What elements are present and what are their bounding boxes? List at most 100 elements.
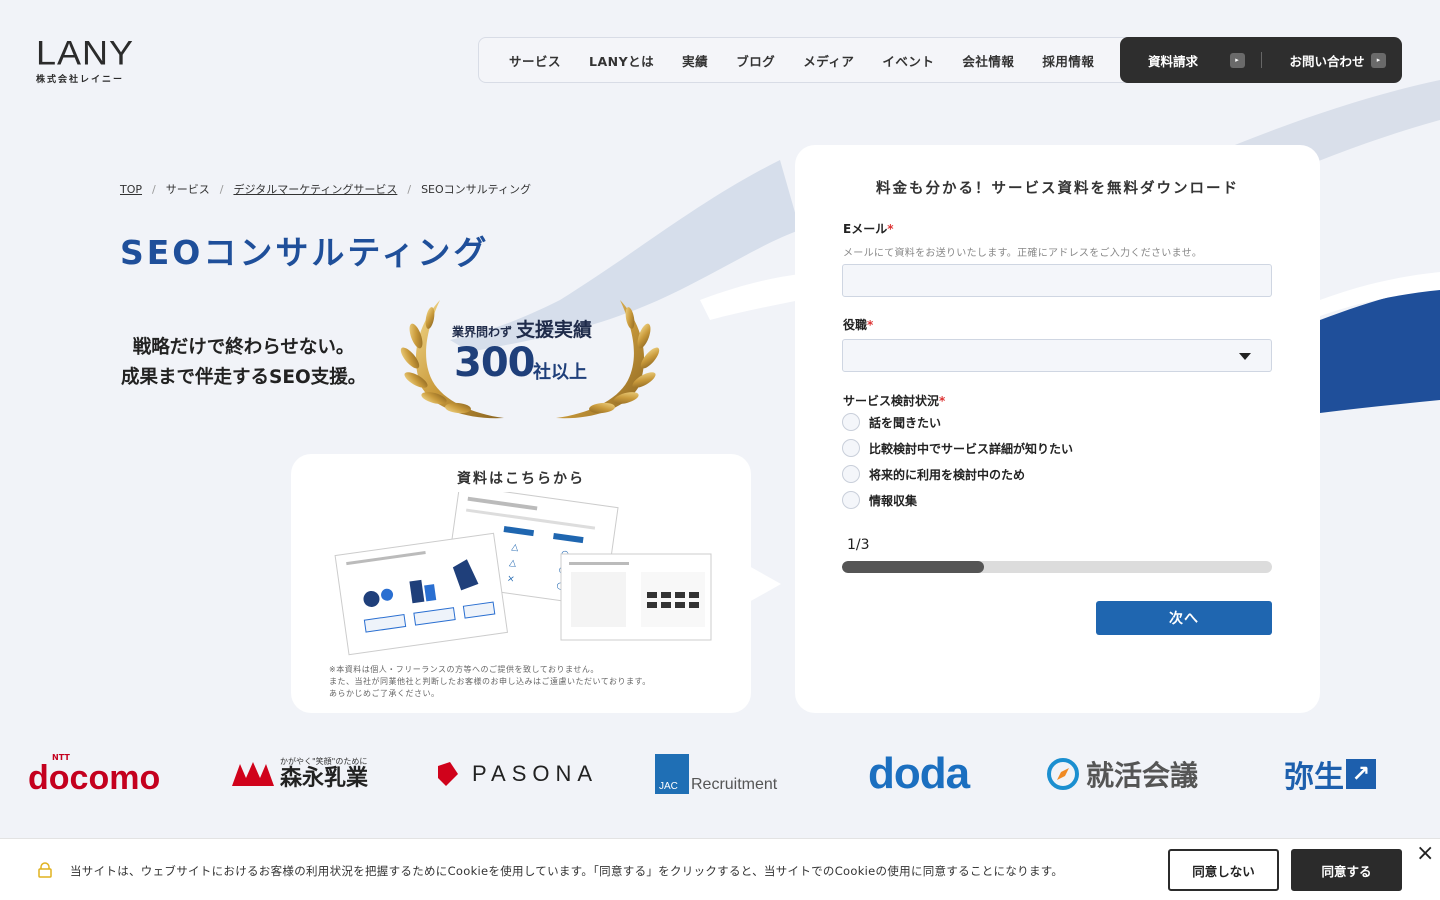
request-document-button[interactable]: 資料請求 ▸ (1120, 37, 1261, 83)
status-option-2[interactable]: 比較検討中でサービス詳細が知りたい (842, 439, 1073, 457)
yayoi-wordmark: 弥生 (1284, 760, 1344, 795)
client-logos: NTT docomo かがやく"笑顔"のために 森永乳業 PASONA JAC … (0, 744, 1440, 804)
email-label-text: Eメール (843, 222, 888, 236)
role-label-text: 役職 (843, 318, 868, 332)
nav-item-results[interactable]: 実績 (682, 51, 708, 70)
award-prefix: 業界問わず (452, 325, 513, 339)
cookie-banner: 当サイトは、ウェブサイトにおけるお客様の利用状況を把握するためにCookieを使… (0, 838, 1440, 900)
morinaga-wordmark: 森永乳業 (280, 766, 369, 791)
jac-mark-icon: JAC (655, 754, 689, 794)
nav-item-event[interactable]: イベント (882, 51, 934, 70)
option-label: 将来的に利用を検討中のため (869, 467, 1026, 482)
lock-icon (38, 862, 52, 878)
form-title: 料金も分かる！サービス資料を無料ダウンロード (876, 181, 1239, 197)
pasona-wordmark: PASONA (472, 761, 599, 786)
doda-wordmark: doda (868, 749, 970, 798)
option-label: 情報収集 (869, 493, 918, 508)
disclaimer-line-1: ※本資料は個人・フリーランスの方等へのご提供を致しておりません。 (329, 665, 599, 674)
page-title: SEOコンサルティング (120, 233, 490, 272)
email-help-text: メールにて資料をお送りいたします。正確にアドレスをご入力くださいませ。 (843, 248, 1203, 259)
status-option-1[interactable]: 話を聞きたい (842, 413, 941, 431)
email-field[interactable] (842, 264, 1272, 297)
cookie-decline-button[interactable]: 同意しない (1168, 849, 1279, 891)
nav-item-blog[interactable]: ブログ (736, 51, 775, 70)
status-option-3[interactable]: 将来的に利用を検討中のため (842, 465, 1025, 483)
status-option-4[interactable]: 情報収集 (842, 491, 917, 509)
compass-icon (1047, 758, 1079, 790)
award-label: 支援実績 (516, 319, 593, 341)
docomo-wordmark: docomo (28, 759, 161, 797)
logo-docomo: NTT docomo (28, 744, 160, 804)
breadcrumb-digital-marketing[interactable]: デジタルマーケティングサービス (233, 181, 397, 197)
required-mark: * (867, 318, 874, 332)
nav-item-recruit[interactable]: 採用情報 (1042, 51, 1094, 70)
site-logo[interactable]: LANY 株式会社レイニー (36, 33, 135, 85)
disclaimer-line-2: また、当社が同業他社と判断したお客様のお申し込みはご遠慮いただいております。 (329, 677, 651, 686)
option-label: 比較検討中でサービス詳細が知りたい (869, 441, 1074, 456)
breadcrumb-service: サービス (165, 183, 210, 196)
logo-shukatsu-kaigi: 就活会議 (1046, 744, 1198, 804)
logo-jac-recruitment: JAC Recruitment (655, 744, 777, 804)
jac-wordmark: Recruitment (691, 776, 778, 793)
cookie-message: 当サイトは、ウェブサイトにおけるお客様の利用状況を把握するためにCookieを使… (70, 864, 1064, 878)
logo-pasona: PASONA (436, 744, 598, 804)
required-mark: * (939, 394, 946, 408)
logo-morinaga: かがやく"笑顔"のために 森永乳業 (230, 744, 368, 804)
arrow-right-icon: ▸ (1229, 52, 1245, 68)
header-cta-group: 資料請求 ▸ お問い合わせ ▸ (1120, 37, 1402, 83)
role-label: 役職* (843, 316, 873, 333)
close-icon[interactable]: × (1416, 843, 1434, 865)
step-indicator: 1/3 (847, 537, 870, 553)
pasona-mark-icon (438, 762, 458, 786)
radio-button[interactable] (842, 491, 860, 509)
global-nav: サービス LANYとは 実績 ブログ メディア イベント 会社情報 採用情報 資… (478, 37, 1402, 83)
document-thumbnail-image: △ ○ △ ○ × ○ (334, 492, 712, 656)
jac-label: JAC (659, 781, 678, 792)
status-label: サービス検討状況* (843, 392, 945, 409)
contact-button[interactable]: お問い合わせ ▸ (1262, 37, 1403, 83)
contact-label: お問い合わせ (1289, 53, 1365, 69)
breadcrumb-current: SEOコンサルティング (421, 183, 532, 196)
document-disclaimer: ※本資料は個人・フリーランスの方等へのご提供を致しておりません。 また、当社が同… (329, 664, 651, 700)
arrow-up-right-icon: ↗ (1346, 759, 1376, 789)
disclaimer-line-3: あらかじめご了承ください。 (329, 689, 440, 698)
svg-text:△: △ (509, 558, 517, 569)
radio-button[interactable] (842, 465, 860, 483)
radio-button[interactable] (842, 439, 860, 457)
svg-text:×: × (506, 574, 515, 585)
next-button[interactable]: 次へ (1096, 601, 1272, 635)
role-select[interactable] (842, 339, 1272, 372)
hero-tagline: 戦略だけで終わらせない。 成果まで伴走するSEO支援。 (121, 333, 366, 393)
breadcrumb: TOP / サービス / デジタルマーケティングサービス / SEOコンサルティ… (120, 181, 531, 197)
breadcrumb-separator: / (152, 182, 156, 196)
nav-item-about[interactable]: LANYとは (589, 51, 654, 70)
logo-wordmark: LANY (36, 33, 135, 72)
tagline-line-1: 戦略だけで終わらせない。 (132, 337, 355, 358)
shukatsu-wordmark: 就活会議 (1086, 759, 1199, 792)
nav-item-media[interactable]: メディア (803, 51, 854, 70)
award-caption: 業界問わず 支援実績 (452, 315, 592, 342)
document-preview-card: 資料はこちらから △ ○ △ ○ × ○ (291, 454, 781, 713)
logo-doda: doda (868, 744, 970, 804)
breadcrumb-separator: / (219, 182, 224, 196)
breadcrumb-separator: / (407, 182, 412, 196)
nav-item-service[interactable]: サービス (509, 51, 561, 70)
cookie-accept-button[interactable]: 同意する (1291, 849, 1402, 891)
download-form: 料金も分かる！サービス資料を無料ダウンロード Eメール* メールにて資料をお送り… (795, 145, 1320, 713)
svg-text:△: △ (511, 542, 519, 553)
progress-bar-fill (842, 561, 984, 573)
tagline-line-2: 成果まで伴走するSEO支援。 (121, 367, 367, 388)
chevron-down-icon (1239, 353, 1251, 360)
progress-bar (842, 561, 1272, 573)
breadcrumb-top[interactable]: TOP (120, 183, 142, 196)
morinaga-angel-icon (232, 762, 274, 786)
required-mark: * (887, 222, 894, 236)
award-number: 300 (454, 340, 535, 386)
document-card-title: 資料はこちらから (457, 471, 585, 487)
radio-button[interactable] (842, 413, 860, 431)
award-badge: 業界問わず 支援実績 300 社以上 (400, 296, 660, 422)
logo-yayoi: 弥生 ↗ (1284, 744, 1376, 804)
email-label: Eメール* (843, 220, 893, 237)
logo-company-name: 株式会社レイニー (36, 75, 125, 85)
nav-item-company[interactable]: 会社情報 (962, 51, 1014, 70)
